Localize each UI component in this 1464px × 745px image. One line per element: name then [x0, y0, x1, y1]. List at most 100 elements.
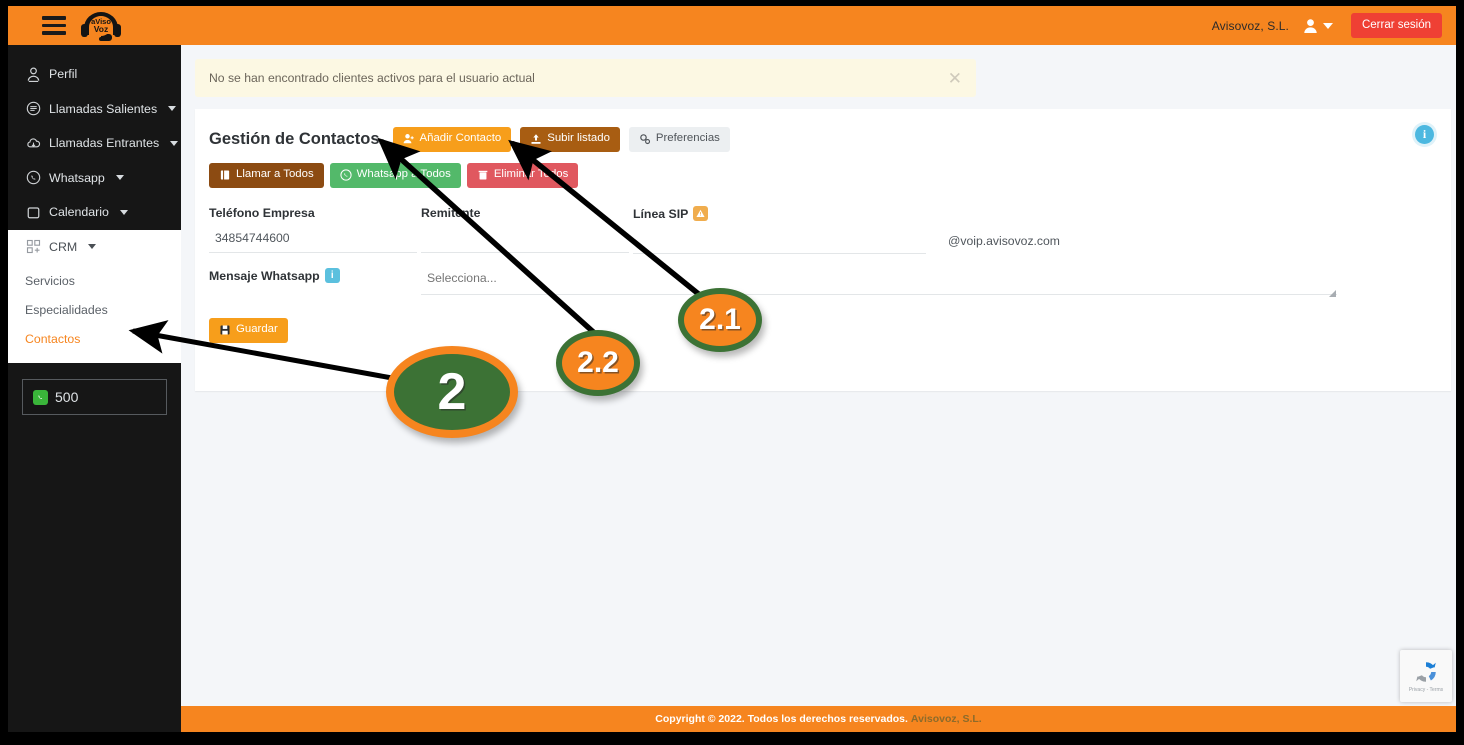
footer: Copyright © 2022. Todos los derechos res… — [181, 706, 1456, 732]
field-linea-sip: Línea SIP @voip.avisovoz.com — [633, 206, 1373, 254]
sip-domain-suffix: @voip.avisovoz.com — [948, 234, 1060, 248]
sidebar-item-perfil[interactable]: Perfil — [8, 57, 181, 92]
resize-handle[interactable] — [1329, 290, 1336, 297]
annotation-bubble-2[interactable]: 2 — [386, 346, 518, 438]
bulk-actions-row: Llamar a Todos Whatsapp a Todos Eliminar… — [195, 152, 1451, 188]
info-icon[interactable]: i — [324, 268, 340, 283]
trash-icon — [478, 170, 488, 180]
whatsapp-icon — [33, 389, 48, 405]
sidebar-item-servicios[interactable]: Servicios — [8, 266, 181, 295]
close-icon[interactable]: ✕ — [948, 70, 962, 87]
phone-icon — [220, 170, 230, 180]
annotation-bubble-2-1[interactable]: 2.1 — [678, 288, 762, 352]
sidebar-item-crm[interactable]: CRM — [8, 229, 181, 264]
field-telefono-empresa: Teléfono Empresa — [209, 206, 417, 254]
field-label: Remitente — [421, 206, 481, 220]
add-contact-button[interactable]: Añadir Contacto — [392, 127, 512, 152]
whatsapp-icon — [340, 169, 352, 181]
card-header: Gestión de Contactos Añadir Contacto Sub… — [195, 109, 1451, 152]
sidebar-item-contactos[interactable]: Contactos — [8, 324, 181, 353]
svg-text:Voz: Voz — [94, 24, 108, 34]
page-title: Gestión de Contactos — [209, 130, 380, 148]
form-row-2: Mensaje Whatsapp i — [209, 268, 1437, 300]
sidebar-item-label: Perfil — [49, 67, 78, 82]
plantilla-textarea[interactable] — [421, 268, 1337, 295]
chevron-down-icon — [1322, 22, 1333, 29]
remitente-input[interactable] — [421, 227, 629, 253]
user-menu[interactable] — [1303, 18, 1333, 34]
logout-button[interactable]: Cerrar sesión — [1350, 13, 1442, 38]
sidebar: Perfil Llamadas Salientes Llamadas Entra… — [8, 45, 181, 732]
settings-form: Teléfono Empresa Remitente Línea SIP — [209, 206, 1437, 343]
button-label: Subir listado — [547, 132, 610, 145]
contacts-card: i Gestión de Contactos Añadir Contacto S… — [195, 109, 1451, 391]
sidebar-item-label: Llamadas Entrantes — [49, 136, 160, 151]
field-label-text: Línea SIP — [633, 206, 689, 221]
recaptcha-text: Privacy - Terms — [1408, 687, 1444, 693]
screenshot-root: aViso Voz Avisovoz, S.L. Cerrar sesión P… — [0, 0, 1464, 745]
gears-icon — [640, 134, 650, 145]
call-all-button[interactable]: Llamar a Todos — [209, 163, 324, 188]
chevron-down-icon — [119, 209, 128, 215]
field-label-text: Mensaje Whatsapp — [209, 268, 320, 283]
save-button[interactable]: Guardar — [209, 318, 288, 343]
chevron-down-icon — [88, 244, 97, 250]
add-user-icon — [403, 134, 414, 144]
annotation-bubble-2-2[interactable]: 2.2 — [556, 330, 640, 396]
upload-list-button[interactable]: Subir listado — [520, 127, 620, 152]
topbar-right-group: Avisovoz, S.L. Cerrar sesión — [1212, 13, 1456, 38]
delete-all-button[interactable]: Eliminar Todos — [466, 163, 579, 188]
user-icon — [1304, 18, 1317, 33]
upload-icon — [531, 134, 541, 144]
whatsapp-credit-value: 500 — [55, 389, 79, 405]
company-name: Avisovoz, S.L. — [1211, 18, 1289, 33]
button-label: Whatsapp a Todos — [356, 168, 451, 181]
calendar-icon — [27, 207, 40, 219]
main-content: No se han encontrado clientes activos pa… — [181, 45, 1456, 732]
top-navbar: aViso Voz Avisovoz, S.L. Cerrar sesión — [8, 6, 1456, 45]
whatsapp-all-button[interactable]: Whatsapp a Todos — [329, 163, 461, 188]
save-row: Guardar — [209, 300, 1437, 343]
sidebar-item-whatsapp[interactable]: Whatsapp — [8, 161, 181, 196]
sidebar-item-llamadas-salientes[interactable]: Llamadas Salientes — [8, 92, 181, 127]
sidebar-item-llamadas-entrantes[interactable]: Llamadas Entrantes — [8, 126, 181, 161]
sidebar-subitem-label: Especialidades — [25, 302, 108, 317]
field-label: Mensaje Whatsapp i — [209, 268, 417, 283]
user-profile-icon — [27, 67, 40, 82]
sidebar-item-label: Whatsapp — [49, 170, 105, 185]
button-label: Añadir Contacto — [419, 132, 502, 145]
field-mensaje-whatsapp: Mensaje Whatsapp i — [209, 268, 417, 300]
save-icon — [220, 325, 230, 335]
footer-brand-link[interactable]: Avisovoz, S.L. — [911, 713, 982, 725]
hamburger-icon[interactable] — [42, 16, 66, 35]
field-plantilla-select — [421, 268, 1337, 300]
whatsapp-icon — [26, 171, 41, 185]
preferences-button[interactable]: Preferencias — [628, 127, 730, 152]
recaptcha-icon — [1416, 662, 1436, 682]
form-row-1: Teléfono Empresa Remitente Línea SIP — [209, 206, 1437, 254]
outgoing-calls-icon — [26, 102, 41, 116]
footer-copyright: Copyright © 2022. Todos los derechos res… — [655, 713, 908, 725]
sidebar-item-calendario[interactable]: Calendario — [8, 195, 181, 230]
telefono-empresa-input[interactable] — [209, 227, 417, 253]
sidebar-item-label: Llamadas Salientes — [49, 101, 158, 116]
incoming-calls-icon — [27, 138, 41, 148]
field-label: Línea SIP — [633, 206, 1373, 221]
linea-sip-input[interactable] — [633, 228, 926, 254]
button-label: Guardar — [236, 323, 278, 336]
chevron-down-icon — [115, 175, 124, 181]
recaptcha-badge[interactable]: Privacy - Terms — [1400, 650, 1452, 702]
button-label: Llamar a Todos — [236, 168, 314, 181]
field-remitente: Remitente — [421, 206, 629, 254]
sidebar-item-especialidades[interactable]: Especialidades — [8, 295, 181, 324]
info-icon[interactable]: i — [1415, 125, 1434, 144]
chevron-down-icon — [170, 140, 179, 146]
alert-message: No se han encontrado clientes activos pa… — [209, 71, 535, 85]
avisovoz-logo[interactable]: aViso Voz — [78, 9, 124, 43]
sidebar-item-label: CRM — [49, 239, 78, 254]
field-label: Teléfono Empresa — [209, 206, 315, 220]
alert-banner: No se han encontrado clientes activos pa… — [195, 59, 976, 97]
warning-icon[interactable] — [693, 206, 709, 221]
crm-submenu: Servicios Especialidades Contactos — [8, 264, 181, 363]
button-label: Preferencias — [655, 132, 720, 145]
